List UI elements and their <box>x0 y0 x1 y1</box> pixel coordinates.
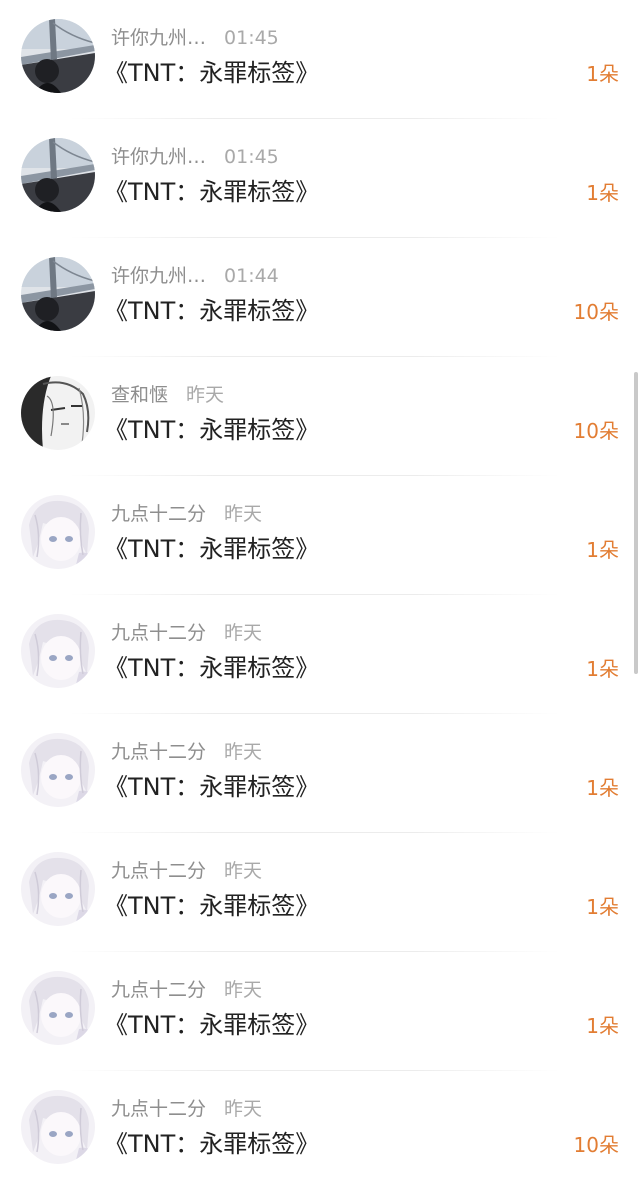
user-name[interactable]: 九点十二分 <box>111 858 206 884</box>
timestamp: 昨天 <box>224 1098 263 1120</box>
bridge-avatar-icon[interactable] <box>21 19 95 93</box>
item-meta: 九点十二分 昨天 <box>111 501 262 527</box>
timestamp: 昨天 <box>224 860 263 882</box>
flower-count: 1朵 <box>586 62 619 86</box>
item-meta: 许你九州… 01:45 <box>111 25 279 51</box>
timestamp: 01:45 <box>224 27 279 49</box>
timestamp: 01:44 <box>224 265 279 287</box>
item-title: 《TNT：永罪标签》 <box>104 892 320 920</box>
item-meta: 九点十二分 昨天 <box>111 858 262 884</box>
anime-avatar-icon[interactable] <box>21 971 95 1045</box>
item-meta: 九点十二分 昨天 <box>111 977 262 1003</box>
item-title: 《TNT：永罪标签》 <box>104 535 320 563</box>
list-item[interactable]: 九点十二分 昨天 《TNT：永罪标签》 1朵 <box>0 952 640 1071</box>
anime-avatar-image <box>21 971 95 1045</box>
anime-avatar-image <box>21 614 95 688</box>
flower-count: 10朵 <box>573 1133 619 1157</box>
gift-record-list: 许你九州… 01:45 《TNT：永罪标签》 1朵 许你九州… 01:45 《TNT… <box>0 0 640 1179</box>
flower-count: 10朵 <box>573 300 619 324</box>
user-name[interactable]: 查和惬 <box>111 382 168 408</box>
list-item[interactable]: 九点十二分 昨天 《TNT：永罪标签》 1朵 <box>0 833 640 952</box>
anime-avatar-icon[interactable] <box>21 614 95 688</box>
item-title: 《TNT：永罪标签》 <box>104 297 320 325</box>
anime-avatar-icon[interactable] <box>21 852 95 926</box>
bridge-avatar-image <box>21 19 95 93</box>
bridge-avatar-image <box>21 138 95 212</box>
item-meta: 许你九州… 01:45 <box>111 144 279 170</box>
item-title: 《TNT：永罪标签》 <box>104 654 320 682</box>
flower-count: 1朵 <box>586 895 619 919</box>
list-item[interactable]: 许你九州… 01:45 《TNT：永罪标签》 1朵 <box>0 119 640 238</box>
item-title: 《TNT：永罪标签》 <box>104 1130 320 1158</box>
anime-avatar-image <box>21 1090 95 1164</box>
list-item[interactable]: 九点十二分 昨天 《TNT：永罪标签》 1朵 <box>0 476 640 595</box>
user-name[interactable]: 九点十二分 <box>111 1096 206 1122</box>
user-name[interactable]: 九点十二分 <box>111 739 206 765</box>
anime-avatar-image <box>21 733 95 807</box>
item-title: 《TNT：永罪标签》 <box>104 1011 320 1039</box>
user-name[interactable]: 九点十二分 <box>111 501 206 527</box>
user-name[interactable]: 许你九州… <box>111 25 206 51</box>
item-title: 《TNT：永罪标签》 <box>104 416 320 444</box>
sketch-avatar-image <box>21 376 95 450</box>
list-item[interactable]: 许你九州… 01:44 《TNT：永罪标签》 10朵 <box>0 238 640 357</box>
user-name[interactable]: 九点十二分 <box>111 977 206 1003</box>
list-item[interactable]: 许你九州… 01:45 《TNT：永罪标签》 1朵 <box>0 0 640 119</box>
item-title: 《TNT：永罪标签》 <box>104 59 320 87</box>
flower-count: 1朵 <box>586 657 619 681</box>
item-meta: 九点十二分 昨天 <box>111 739 262 765</box>
list-item[interactable]: 九点十二分 昨天 《TNT：永罪标签》 1朵 <box>0 595 640 714</box>
bridge-avatar-image <box>21 257 95 331</box>
bridge-avatar-icon[interactable] <box>21 138 95 212</box>
item-meta: 查和惬 昨天 <box>111 382 224 408</box>
item-meta: 许你九州… 01:44 <box>111 263 279 289</box>
list-item[interactable]: 九点十二分 昨天 《TNT：永罪标签》 1朵 <box>0 714 640 833</box>
item-meta: 九点十二分 昨天 <box>111 1096 262 1122</box>
timestamp: 昨天 <box>186 384 225 406</box>
scrollbar[interactable] <box>634 372 638 674</box>
flower-count: 1朵 <box>586 776 619 800</box>
user-name[interactable]: 许你九州… <box>111 263 206 289</box>
user-name[interactable]: 许你九州… <box>111 144 206 170</box>
timestamp: 昨天 <box>224 622 263 644</box>
timestamp: 昨天 <box>224 741 263 763</box>
flower-count: 1朵 <box>586 1014 619 1038</box>
anime-avatar-image <box>21 495 95 569</box>
bridge-avatar-icon[interactable] <box>21 257 95 331</box>
flower-count: 1朵 <box>586 181 619 205</box>
timestamp: 昨天 <box>224 979 263 1001</box>
timestamp: 昨天 <box>224 503 263 525</box>
anime-avatar-icon[interactable] <box>21 1090 95 1164</box>
anime-avatar-image <box>21 852 95 926</box>
item-title: 《TNT：永罪标签》 <box>104 773 320 801</box>
item-meta: 九点十二分 昨天 <box>111 620 262 646</box>
timestamp: 01:45 <box>224 146 279 168</box>
anime-avatar-icon[interactable] <box>21 495 95 569</box>
flower-count: 1朵 <box>586 538 619 562</box>
anime-avatar-icon[interactable] <box>21 733 95 807</box>
sketch-avatar-icon[interactable] <box>21 376 95 450</box>
flower-count: 10朵 <box>573 419 619 443</box>
list-item[interactable]: 九点十二分 昨天 《TNT：永罪标签》 10朵 <box>0 1071 640 1190</box>
user-name[interactable]: 九点十二分 <box>111 620 206 646</box>
item-title: 《TNT：永罪标签》 <box>104 178 320 206</box>
list-item[interactable]: 查和惬 昨天 《TNT：永罪标签》 10朵 <box>0 357 640 476</box>
